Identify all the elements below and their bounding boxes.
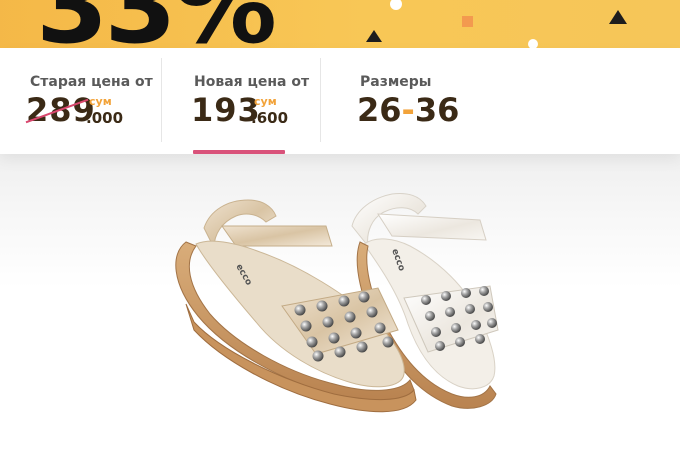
sandals-image: ecco ecco <box>175 193 499 413</box>
confetti-triangle <box>366 30 382 42</box>
product-photo-area: ecco ecco <box>0 154 680 453</box>
old-price-label: Старая цена от <box>30 74 153 90</box>
sizes-block: Размеры 26-36 <box>357 48 497 154</box>
new-price-block[interactable]: Новая цена от 193 сум .600 <box>191 48 318 154</box>
old-price-fraction: .000 <box>86 109 124 127</box>
new-price-fraction: .600 <box>251 109 289 127</box>
old-price-currency: сум <box>89 95 112 108</box>
price-strip: Старая цена от 289 сум .000 Новая цена о… <box>0 48 680 154</box>
new-price-label: Новая цена от <box>194 74 310 90</box>
confetti-square <box>462 16 473 27</box>
new-price-value: 193 сум .600 <box>191 90 311 130</box>
confetti-dot <box>390 0 402 10</box>
divider <box>161 58 162 142</box>
active-tab-indicator <box>193 150 285 154</box>
size-separator: - <box>401 91 415 129</box>
size-from: 26 <box>357 91 402 129</box>
size-range: 26-36 <box>357 90 459 130</box>
confetti-triangle <box>609 10 627 24</box>
sizes-label: Размеры <box>360 74 432 90</box>
gold-sandal: ecco <box>175 199 417 413</box>
promo-banner: 33% <box>0 0 680 48</box>
old-price-block: Старая цена от 289 сум .000 <box>25 48 155 154</box>
banner-decoration <box>366 0 627 48</box>
new-price-currency: сум <box>254 95 277 108</box>
divider <box>320 58 321 142</box>
confetti-dot <box>528 39 538 48</box>
old-price-value: 289 сум .000 <box>25 90 146 130</box>
size-to: 36 <box>414 91 460 129</box>
